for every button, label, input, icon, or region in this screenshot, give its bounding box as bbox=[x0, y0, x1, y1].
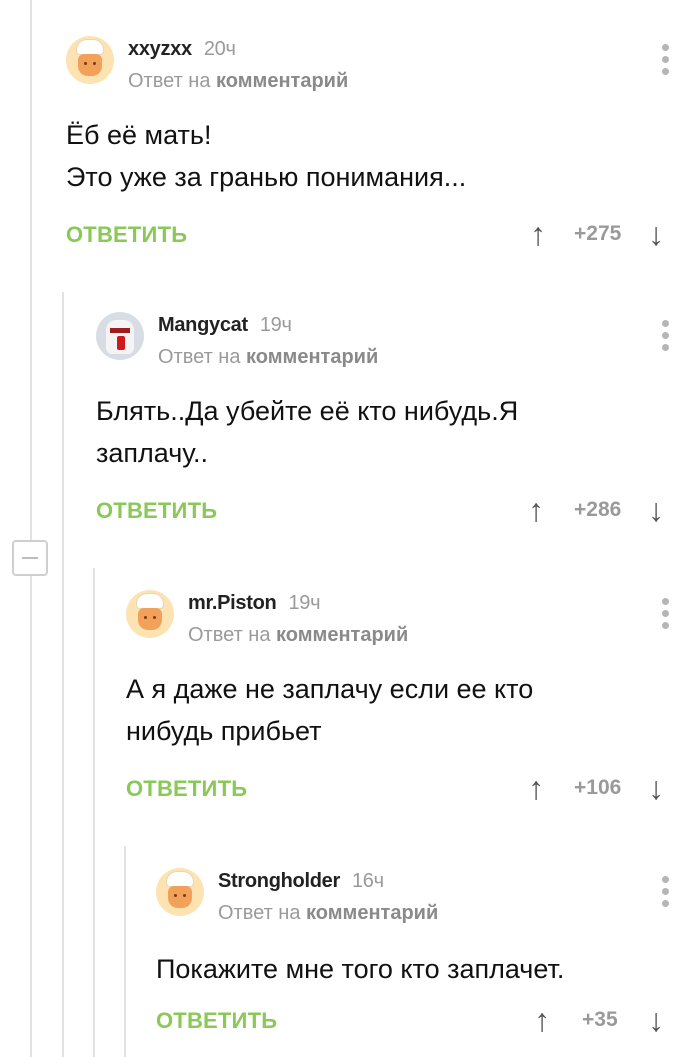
reply-target-link[interactable]: комментарий bbox=[216, 70, 348, 92]
comment-text: Ёб её мать! Это уже за гранью понимания.… bbox=[66, 114, 466, 198]
upvote-icon[interactable]: ↑ bbox=[530, 218, 546, 250]
rating-score: +286 bbox=[574, 498, 622, 521]
reply-target-link[interactable]: комментарий bbox=[306, 902, 438, 924]
comment-text-line: Ёб её мать! bbox=[66, 120, 212, 150]
downvote-icon[interactable]: ↓ bbox=[648, 494, 664, 526]
comment-text-line: Покажите мне того кто заплачет. bbox=[156, 954, 565, 984]
comment-time: 19ч bbox=[259, 314, 292, 336]
thread-line-1 bbox=[30, 0, 32, 1057]
upvote-icon[interactable]: ↑ bbox=[528, 494, 544, 526]
comment-text: Блять..Да убейте её кто нибудь.Я заплачу… bbox=[96, 390, 518, 474]
chef-avatar-icon[interactable] bbox=[126, 590, 174, 638]
comment-time: 20ч bbox=[203, 38, 236, 60]
reply-prefix: Ответ на bbox=[218, 902, 301, 924]
comment-2: Mangycat 19ч Ответ на комментарий Блять..… bbox=[96, 312, 700, 542]
reply-button[interactable]: ОТВЕТИТЬ bbox=[126, 776, 247, 802]
chef-avatar-icon[interactable] bbox=[156, 868, 204, 916]
comment-text-line: заплачу.. bbox=[96, 438, 209, 468]
downvote-icon[interactable]: ↓ bbox=[648, 218, 664, 250]
thread-line-2 bbox=[62, 292, 64, 1057]
comment-text-line: нибудь прибьет bbox=[126, 716, 322, 746]
rating-score: +275 bbox=[574, 222, 622, 245]
comment-time: 16ч bbox=[351, 870, 384, 892]
comment-author[interactable]: Mangycat bbox=[158, 314, 248, 336]
downvote-icon[interactable]: ↓ bbox=[648, 772, 664, 804]
collapse-thread-button[interactable] bbox=[12, 540, 48, 576]
more-vertical-icon[interactable] bbox=[662, 876, 670, 908]
rating-score: +35 bbox=[582, 1008, 618, 1031]
rating-score: +106 bbox=[574, 776, 622, 799]
cat-avatar-icon[interactable] bbox=[96, 312, 144, 360]
upvote-icon[interactable]: ↑ bbox=[528, 772, 544, 804]
chef-avatar-icon[interactable] bbox=[66, 36, 114, 84]
reply-button[interactable]: ОТВЕТИТЬ bbox=[156, 1008, 277, 1034]
comment-text-line: Блять..Да убейте её кто нибудь.Я bbox=[96, 396, 519, 426]
comment-1: xxyzxx 20ч Ответ на комментарий Ёб её мат… bbox=[66, 36, 700, 256]
more-vertical-icon[interactable] bbox=[662, 320, 670, 352]
reply-target-link[interactable]: комментарий bbox=[276, 624, 408, 646]
comment-author[interactable]: mr.Piston bbox=[188, 592, 277, 614]
downvote-icon[interactable]: ↓ bbox=[648, 1004, 664, 1036]
reply-button[interactable]: ОТВЕТИТЬ bbox=[96, 498, 217, 524]
thread-line-4 bbox=[124, 846, 126, 1057]
reply-prefix: Ответ на bbox=[128, 70, 211, 92]
reply-prefix: Ответ на bbox=[158, 346, 241, 368]
thread-line-3 bbox=[93, 568, 95, 1057]
more-vertical-icon[interactable] bbox=[662, 44, 670, 76]
reply-button[interactable]: ОТВЕТИТЬ bbox=[66, 222, 187, 248]
comment-4: Strongholder 16ч Ответ на комментарий Пок… bbox=[156, 868, 700, 1057]
comment-text: Покажите мне того кто заплачет. bbox=[156, 948, 564, 990]
upvote-icon[interactable]: ↑ bbox=[534, 1004, 550, 1036]
comment-text-line: Это уже за гранью понимания... bbox=[66, 162, 467, 192]
reply-target-link[interactable]: комментарий bbox=[246, 346, 378, 368]
comment-author[interactable]: xxyzxx bbox=[128, 38, 192, 60]
comment-3: mr.Piston 19ч Ответ на комментарий А я да… bbox=[126, 590, 700, 820]
comment-author[interactable]: Strongholder bbox=[218, 870, 340, 892]
comment-time: 19ч bbox=[288, 592, 321, 614]
comment-text: А я даже не заплачу если ее кто нибудь п… bbox=[126, 668, 533, 752]
reply-prefix: Ответ на bbox=[188, 624, 271, 646]
comment-text-line: А я даже не заплачу если ее кто bbox=[126, 674, 534, 704]
more-vertical-icon[interactable] bbox=[662, 598, 670, 630]
